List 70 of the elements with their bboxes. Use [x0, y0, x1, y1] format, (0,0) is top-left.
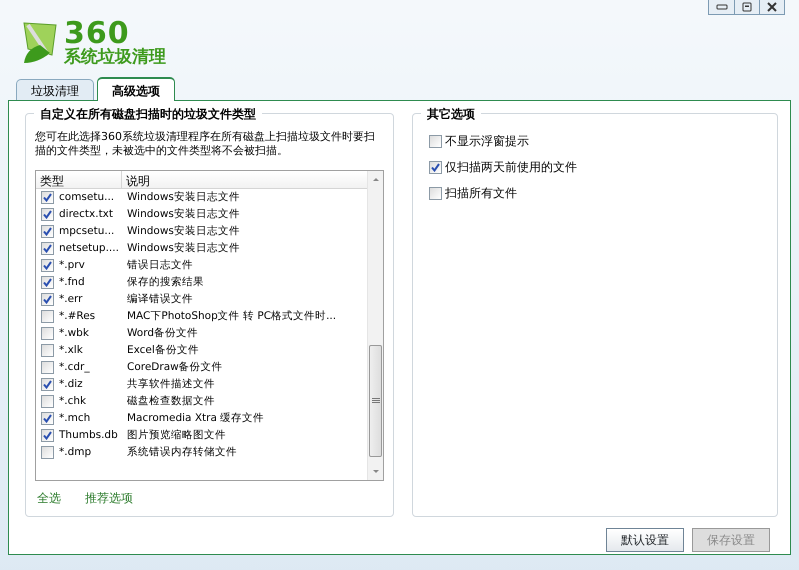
- file-type: *.wbk: [59, 326, 89, 341]
- checkbox[interactable]: [41, 395, 54, 408]
- file-type: netsetup....: [59, 240, 119, 256]
- group-title: 其它选项: [421, 105, 481, 123]
- checkbox[interactable]: [41, 327, 54, 340]
- file-type: *.dmp: [59, 444, 92, 460]
- button[interactable]: 默认设置: [606, 528, 684, 552]
- file-type: *.cdr_: [59, 360, 90, 375]
- column-header[interactable]: 说明: [122, 171, 154, 188]
- file-description: 编译错误文件: [126, 292, 193, 307]
- logo-number: 360: [64, 18, 130, 48]
- file-type: *.mch: [59, 410, 90, 426]
- scrollbar-thumb[interactable]: [369, 345, 382, 457]
- file-type: *.diz: [59, 376, 83, 392]
- file-type: Thumbs.db: [59, 428, 118, 443]
- option-label: 扫描所有文件: [445, 185, 517, 202]
- tab[interactable]: 高级选项: [97, 77, 175, 101]
- checkbox[interactable]: [429, 134, 442, 148]
- file-description: MAC下PhotoShop文件 转 PC格式文件时...: [126, 308, 336, 324]
- checkbox[interactable]: [41, 225, 54, 238]
- link[interactable]: 推荐选项: [85, 489, 133, 507]
- description-text: 您可在此选择360系统垃圾清理程序在所有磁盘上扫描垃圾文件时要扫描的文件类型，未被选中的文件类型将不会被扫描。: [35, 130, 376, 158]
- checkbox[interactable]: [41, 446, 54, 459]
- checkbox[interactable]: [41, 208, 54, 221]
- minimize-icon[interactable]: [709, 0, 734, 14]
- checkbox[interactable]: [41, 293, 54, 306]
- file-description: 错误日志文件: [126, 258, 193, 273]
- checkbox[interactable]: [41, 361, 54, 374]
- checkbox[interactable]: [41, 259, 54, 272]
- file-description: CoreDraw备份文件: [126, 360, 223, 375]
- file-description: Macromedia Xtra 缓存文件: [126, 410, 264, 426]
- checkbox[interactable]: [429, 160, 442, 174]
- file-description: 磁盘检查数据文件: [126, 394, 215, 409]
- checkbox[interactable]: [41, 276, 54, 289]
- file-description: Windows安装日志文件: [126, 190, 240, 205]
- checkbox[interactable]: [41, 378, 54, 391]
- file-type: *.xlk: [59, 342, 83, 358]
- logo-title: 系统垃圾清理: [64, 48, 166, 66]
- file-type: *.#Res: [59, 308, 96, 324]
- file-description: Windows安装日志文件: [126, 224, 240, 239]
- option-label: 不显示浮窗提示: [445, 133, 529, 150]
- file-description: 系统错误内存转储文件: [126, 444, 237, 460]
- checkbox[interactable]: [41, 429, 54, 442]
- maximize-icon[interactable]: [734, 0, 759, 14]
- file-description: Windows安装日志文件: [126, 240, 240, 256]
- close-icon[interactable]: [759, 0, 784, 14]
- file-type: comsetu...: [59, 190, 114, 205]
- checkbox[interactable]: [41, 412, 54, 425]
- file-description: 保存的搜索结果: [126, 274, 204, 290]
- link[interactable]: 全选: [37, 489, 61, 507]
- file-type: *.chk: [59, 394, 86, 409]
- tab[interactable]: 垃圾清理: [16, 79, 94, 100]
- file-type: *.prv: [59, 258, 85, 273]
- group-title: 自定义在所有磁盘扫描时的垃圾文件类型: [34, 105, 262, 123]
- checkbox[interactable]: [41, 242, 54, 255]
- column-header[interactable]: 类型: [36, 171, 122, 188]
- checkbox[interactable]: [429, 186, 442, 200]
- checkbox[interactable]: [41, 344, 54, 357]
- file-description: 共享软件描述文件: [126, 376, 215, 392]
- checkbox[interactable]: [41, 191, 54, 204]
- file-description: Windows安装日志文件: [126, 206, 240, 222]
- file-description: Excel备份文件: [126, 342, 199, 358]
- file-description: 图片预览缩略图文件: [126, 428, 226, 443]
- file-type: *.err: [59, 292, 82, 307]
- checkbox[interactable]: [41, 310, 54, 323]
- file-description: Word备份文件: [126, 326, 198, 341]
- file-type: *.fnd: [59, 274, 85, 290]
- file-type: directx.txt: [59, 206, 114, 222]
- option-label: 仅扫描两天前使用的文件: [445, 159, 577, 176]
- file-type: mpcsetu...: [59, 224, 114, 239]
